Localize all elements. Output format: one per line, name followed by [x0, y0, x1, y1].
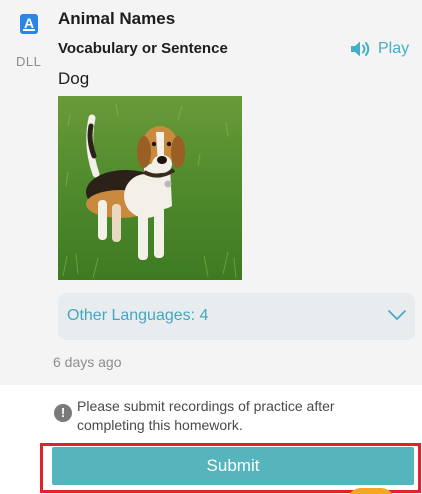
posted-time: 6 days ago — [53, 354, 122, 370]
dog-photo — [58, 96, 242, 280]
other-languages-dropdown[interactable]: Other Languages: 4 — [58, 293, 415, 340]
homework-screen: A DLL Animal Names Vocabulary or Sentenc… — [0, 0, 422, 494]
other-languages-label: Other Languages: 4 — [67, 307, 209, 324]
a-letter-app-icon: A — [20, 14, 38, 34]
dog-illustration — [58, 96, 242, 280]
floating-action-edge — [347, 488, 395, 494]
notice-text: Please submit recordings of practice aft… — [77, 398, 335, 433]
app-icon-underline — [23, 29, 35, 31]
vocabulary-card: A DLL Animal Names Vocabulary or Sentenc… — [0, 0, 422, 385]
play-button[interactable]: Play — [350, 38, 409, 60]
info-exclamation-icon: ! — [54, 404, 72, 422]
speaker-icon — [351, 41, 370, 57]
app-tag: DLL — [16, 54, 42, 69]
card-subtitle: Vocabulary or Sentence — [58, 40, 228, 57]
vocabulary-word: Dog — [58, 69, 90, 88]
chevron-down-icon — [388, 310, 406, 320]
submit-notice: ! Please submit recordings of practice a… — [54, 397, 404, 435]
card-title: Animal Names — [58, 9, 176, 28]
play-label: Play — [378, 40, 410, 57]
submit-button[interactable]: Submit — [52, 447, 414, 485]
